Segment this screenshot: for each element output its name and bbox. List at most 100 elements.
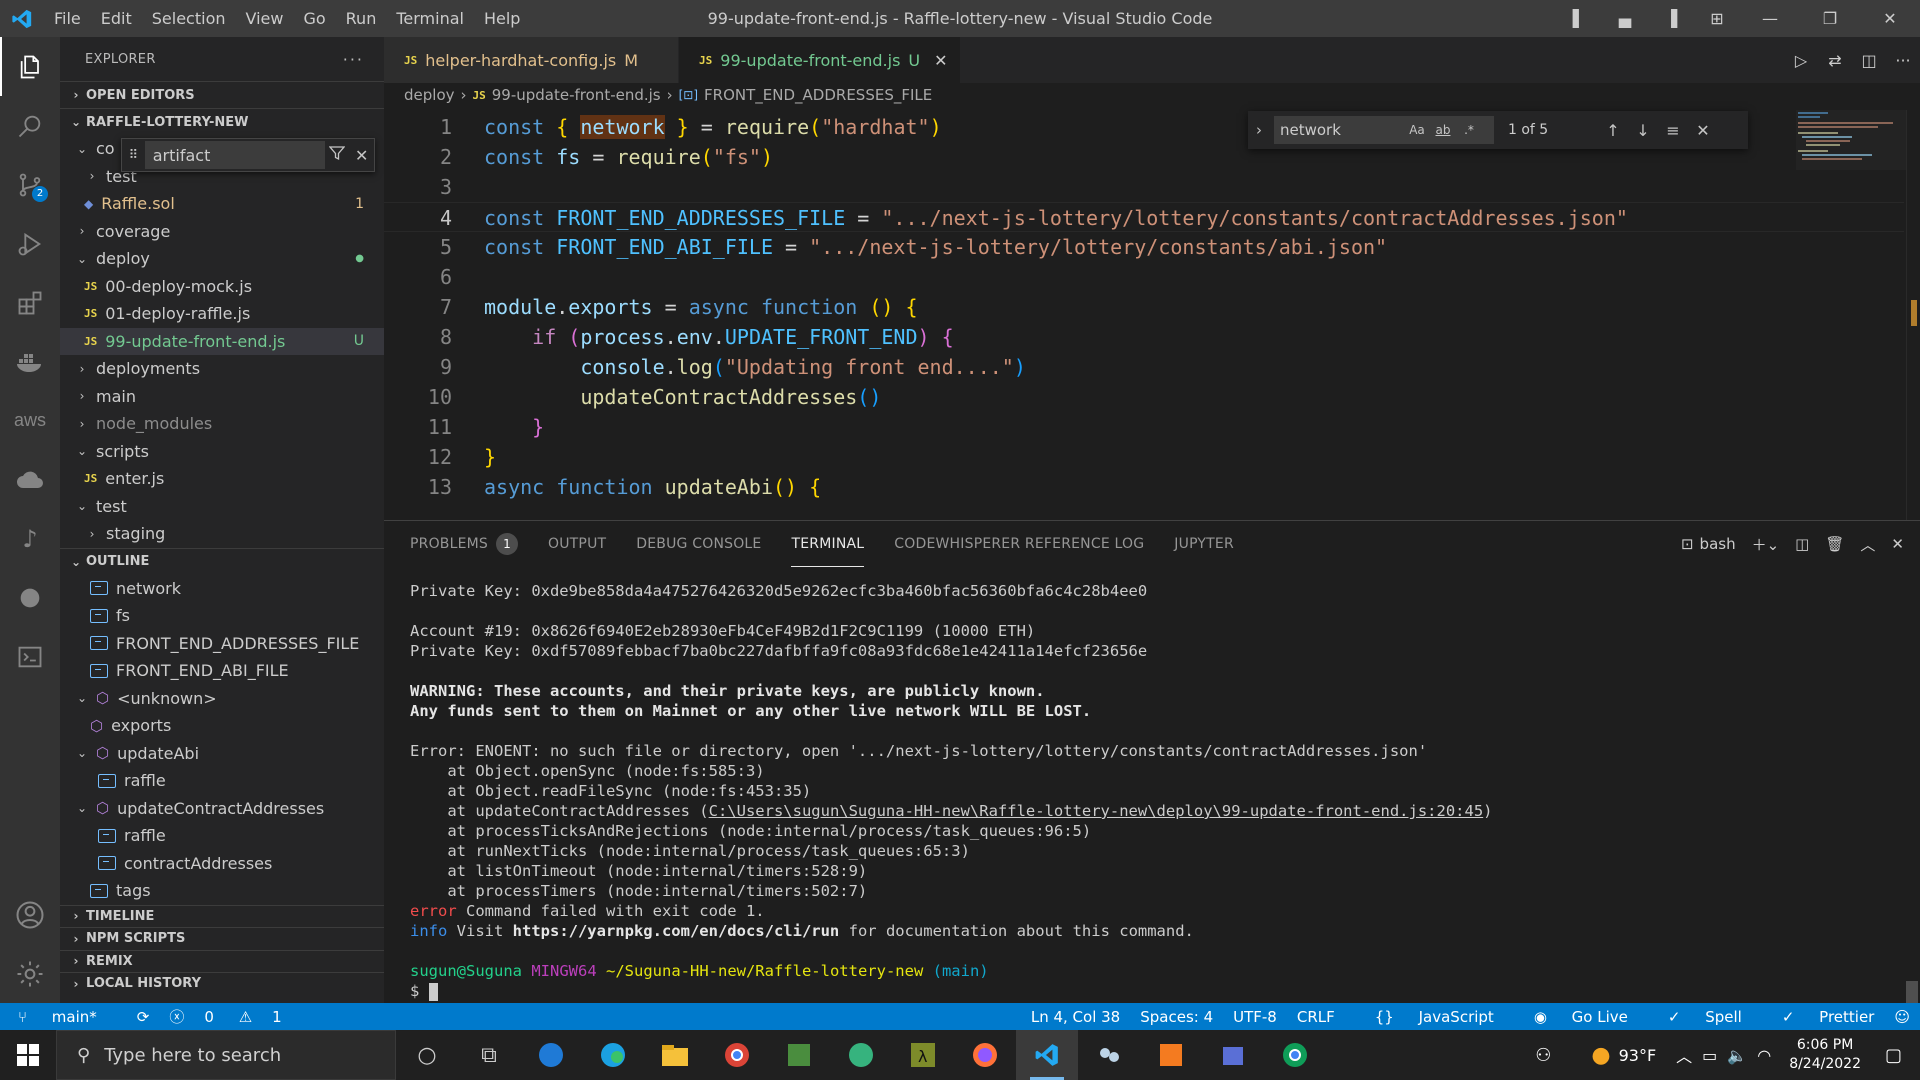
open-editors-section[interactable]: › OPEN EDITORS — [60, 81, 384, 108]
outline-item[interactable]: FRONT_END_ADDRESSES_FILE — [60, 630, 384, 658]
encoding[interactable]: UTF-8 — [1233, 1008, 1277, 1026]
menu-edit[interactable]: Edit — [91, 0, 142, 37]
editor-tab[interactable]: JS helper-hardhat-config.js M — [384, 37, 680, 83]
file-explorer-icon[interactable] — [644, 1030, 706, 1080]
firefox-icon[interactable] — [954, 1030, 1016, 1080]
menu-run[interactable]: Run — [336, 0, 387, 37]
close-filter-icon[interactable]: ✕ — [349, 146, 374, 165]
people-icon[interactable]: ⚇ — [1535, 1045, 1551, 1066]
outline-item[interactable]: ⌄ ⬡ <unknown> — [60, 685, 384, 713]
tree-item[interactable]: JS enter.js — [60, 465, 384, 493]
terminal-output[interactable]: Private Key: 0xde9be858da4a475276426320d… — [410, 581, 1890, 1001]
atom-icon[interactable] — [830, 1030, 892, 1080]
panel-tab-terminal[interactable]: TERMINAL — [791, 521, 865, 567]
restore-button[interactable]: ❐ — [1800, 0, 1860, 37]
project-section[interactable]: ⌄ RAFFLE-LOTTERY-NEW — [60, 108, 384, 135]
code-line[interactable]: 6 — [384, 262, 1904, 292]
tree-item[interactable]: › coverage — [60, 218, 384, 246]
app-icon-5[interactable] — [1202, 1030, 1264, 1080]
outline-item[interactable]: FRONT_END_ABI_FILE — [60, 657, 384, 685]
battery-icon[interactable]: ▭ — [1702, 1046, 1717, 1065]
feedback-icon[interactable]: ☺ — [1894, 1008, 1910, 1026]
open-changes-icon[interactable]: ⇄ — [1818, 51, 1852, 70]
find-in-selection-icon[interactable]: ≡ — [1658, 121, 1688, 140]
windows-start-icon[interactable] — [0, 1030, 56, 1080]
code-line[interactable]: 5 const FRONT_END_ABI_FILE = ".../next-js… — [384, 232, 1904, 262]
terminal-scrollbar[interactable] — [1906, 981, 1918, 1003]
outline-item[interactable]: fs — [60, 602, 384, 630]
code-line[interactable]: 7 module.exports = async function () { — [384, 292, 1904, 322]
app-icon-3[interactable] — [1078, 1030, 1140, 1080]
minimize-button[interactable]: — — [1740, 0, 1800, 37]
task-view-icon[interactable]: ⧉ — [458, 1030, 520, 1080]
code-line[interactable]: 4 const FRONT_END_ADDRESSES_FILE = ".../n… — [384, 202, 1904, 232]
tree-item[interactable]: ⌄ deploy ● — [60, 245, 384, 273]
clock[interactable]: 6:06 PM 8/24/2022 — [1789, 1036, 1861, 1074]
split-editor-icon[interactable]: ◫ — [1852, 51, 1886, 70]
notifications-icon[interactable]: ▢ — [1885, 1045, 1902, 1066]
code-line[interactable]: 9 console.log("Updating front end....") — [384, 352, 1904, 382]
code-editor[interactable]: 1 const { network } = require("hardhat") 2… — [384, 112, 1904, 520]
drag-handle-icon[interactable]: ⠿ — [122, 148, 145, 163]
section-local-history[interactable]: › LOCAL HISTORY — [60, 972, 384, 995]
match-whole-word-toggle[interactable]: ab — [1430, 123, 1456, 137]
run-debug-icon[interactable] — [0, 214, 60, 273]
tree-item[interactable]: › staging — [60, 520, 384, 548]
menu-view[interactable]: View — [236, 0, 294, 37]
menu-file[interactable]: File — [44, 0, 91, 37]
editor-tab[interactable]: JS 99-update-front-end.js U ✕ — [679, 37, 961, 83]
code-line[interactable]: 12} — [384, 442, 1904, 472]
tree-item[interactable]: › node_modules — [60, 410, 384, 438]
source-control-icon[interactable]: 2 — [0, 155, 60, 214]
problems-indicator[interactable]: ⓧ 0 ⚠ 1 — [169, 1006, 301, 1027]
accounts-icon[interactable] — [0, 885, 60, 944]
app-icon-2[interactable] — [768, 1030, 830, 1080]
panel-tab-output[interactable]: OUTPUT — [548, 521, 606, 567]
remote-icon[interactable] — [0, 568, 60, 627]
outline-item[interactable]: tags — [60, 877, 384, 905]
menu-help[interactable]: Help — [474, 0, 530, 37]
docker-icon[interactable] — [0, 332, 60, 391]
menu-terminal[interactable]: Terminal — [386, 0, 474, 37]
tree-item[interactable]: ⌄ scripts — [60, 438, 384, 466]
vscode-taskbar-icon[interactable] — [1016, 1030, 1078, 1080]
tree-item[interactable]: JS 00-deploy-mock.js — [60, 273, 384, 301]
chrome-icon[interactable] — [706, 1030, 768, 1080]
terminal-shell-label[interactable]: bash — [1700, 535, 1736, 553]
tree-item[interactable]: ⌄ test — [60, 493, 384, 521]
close-panel-icon[interactable]: ✕ — [1891, 535, 1904, 553]
taskbar-search-box[interactable]: ⚲ Type here to search — [56, 1030, 396, 1080]
breadcrumb-symbol[interactable]: FRONT_END_ADDRESSES_FILE — [704, 86, 932, 104]
chrome-icon-2[interactable] — [1264, 1030, 1326, 1080]
more-actions-icon[interactable]: ··· — [1886, 51, 1920, 70]
close-tab-icon[interactable]: ✕ — [934, 51, 947, 70]
use-regex-toggle[interactable]: .* — [1456, 123, 1482, 137]
tree-item[interactable]: › main — [60, 383, 384, 411]
settings-gear-icon[interactable] — [0, 944, 60, 1003]
find-input[interactable] — [1274, 121, 1404, 139]
outline-item[interactable]: network — [60, 575, 384, 603]
tree-item[interactable]: JS 99-update-front-end.js U — [60, 327, 384, 355]
panel-tab-problems[interactable]: PROBLEMS 1 — [410, 521, 519, 567]
maximize-panel-icon[interactable]: ︿ — [1860, 534, 1875, 555]
code-line[interactable]: 3 — [384, 172, 1904, 202]
outline-item[interactable]: raffle — [60, 767, 384, 795]
code-line[interactable]: 11 } — [384, 412, 1904, 442]
outline-item[interactable]: ⌄ ⬡ updateAbi — [60, 740, 384, 768]
panel-tab-jupyter[interactable]: JUPYTER — [1174, 521, 1234, 567]
branch-indicator[interactable]: ⑂ main* — [18, 1008, 117, 1026]
section-remix[interactable]: › REMIX — [60, 949, 384, 973]
filter-icon[interactable] — [325, 145, 350, 165]
search-icon[interactable] — [0, 96, 60, 155]
app-icon-1[interactable] — [520, 1030, 582, 1080]
run-file-icon[interactable]: ▷ — [1784, 51, 1818, 70]
menu-go[interactable]: Go — [293, 0, 335, 37]
explorer-icon[interactable] — [0, 37, 60, 96]
close-find-icon[interactable]: ✕ — [1688, 121, 1718, 140]
breadcrumb-folder[interactable]: deploy — [404, 86, 455, 104]
wifi-icon[interactable]: ◠ — [1757, 1046, 1771, 1065]
sync-icon[interactable]: ⟳ — [137, 1008, 150, 1026]
spell-button[interactable]: ✓ Spell — [1648, 1008, 1742, 1026]
panel-tab-codewhisperer-reference-log[interactable]: CODEWHISPERER REFERENCE LOG — [894, 521, 1144, 567]
menu-selection[interactable]: Selection — [142, 0, 236, 37]
